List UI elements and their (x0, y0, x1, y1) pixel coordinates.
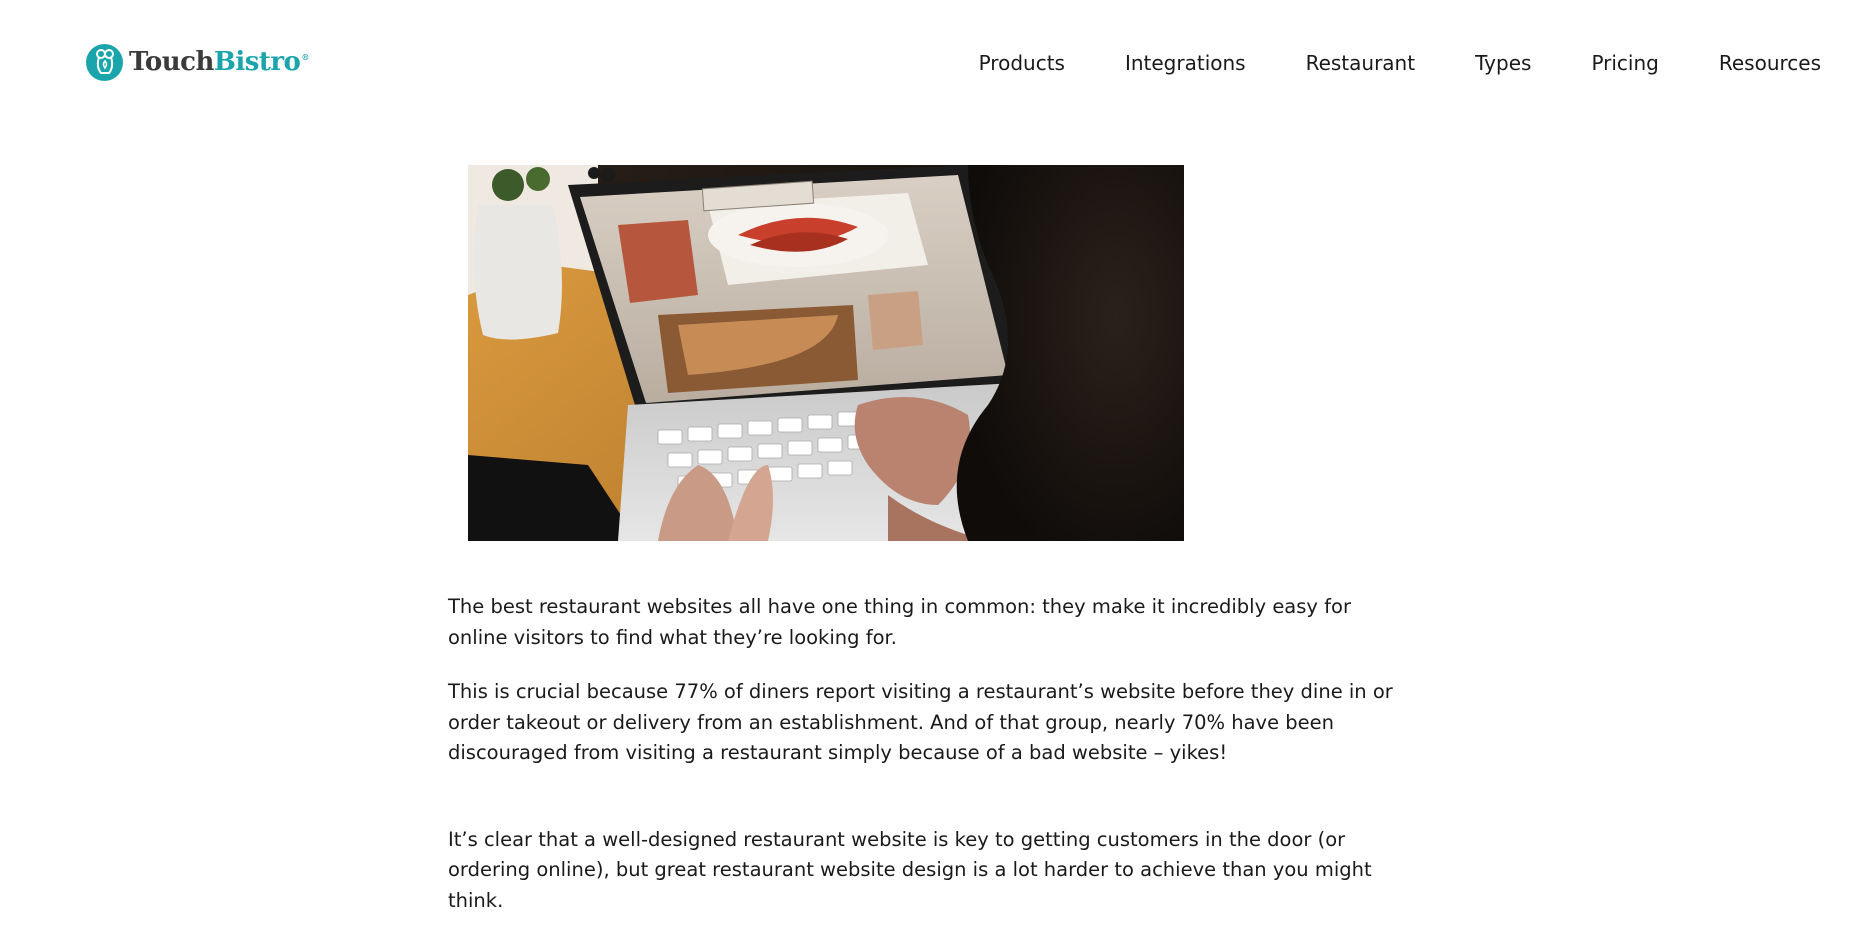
chef-hat-icon (86, 43, 123, 81)
site-header: TouchBistro® Products Integrations Resta… (0, 0, 1861, 120)
nav-item-integrations[interactable]: Integrations (1125, 48, 1246, 78)
nav-item-resources[interactable]: Resources (1719, 48, 1821, 78)
nav-item-types[interactable]: Types (1475, 48, 1531, 78)
article-paragraph: This is crucial because 77% of diners re… (448, 680, 1393, 764)
trademark-symbol: ® (301, 52, 309, 63)
article-paragraph: The best restaurant websites all have on… (448, 595, 1351, 649)
nav-item-products[interactable]: Products (979, 48, 1065, 78)
brand-name: TouchBistro® (129, 47, 309, 77)
nav-item-restaurant[interactable]: Restaurant (1306, 48, 1416, 78)
main-nav: Products Integrations Restaurant Types P… (979, 48, 1821, 78)
nav-item-pricing[interactable]: Pricing (1591, 48, 1658, 78)
hero-image-laptop-restaurant-website (468, 165, 1184, 541)
touchbistro-logo[interactable]: TouchBistro® (86, 42, 309, 82)
article-body: The best restaurant websites all have on… (448, 592, 1408, 940)
article-paragraph: It’s clear that a well-designed restaura… (448, 827, 1372, 912)
laptop-photo-illustration (468, 165, 1184, 541)
